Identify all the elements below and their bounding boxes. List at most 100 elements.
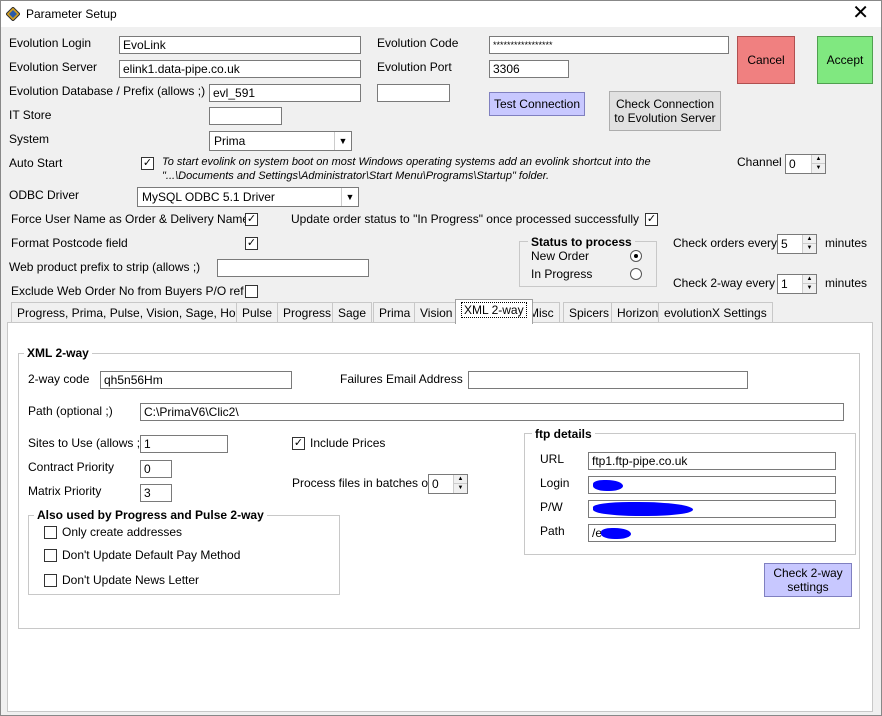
- system-select[interactable]: Prima ▼: [209, 131, 352, 151]
- contract-priority-input[interactable]: 0: [140, 460, 172, 478]
- tab-label: Sage: [338, 306, 367, 320]
- exclude-web-order-checkbox[interactable]: [245, 285, 258, 298]
- update-status-label: Update order status to "In Progress" onc…: [291, 212, 640, 226]
- tab-evolutionx-settings[interactable]: evolutionX Settings: [658, 302, 773, 323]
- minutes-label: minutes: [825, 276, 868, 290]
- spinner-arrows[interactable]: ▲ ▼: [811, 155, 825, 173]
- web-prefix-label: Web product prefix to strip (allows ;): [9, 260, 201, 274]
- force-user-checkbox[interactable]: ✓: [245, 213, 258, 226]
- format-postcode-checkbox[interactable]: ✓: [245, 237, 258, 250]
- chevron-up-icon[interactable]: ▲: [812, 155, 825, 164]
- tab-label: Progress: [283, 306, 332, 320]
- in-progress-label: In Progress: [531, 267, 593, 281]
- tab-label: evolutionX Settings: [664, 306, 767, 320]
- spinner-arrows[interactable]: ▲ ▼: [802, 275, 816, 293]
- evolution-login-input[interactable]: EvoLink: [119, 36, 361, 54]
- matrix-priority-input[interactable]: 3: [140, 484, 172, 502]
- format-postcode-label: Format Postcode field: [11, 236, 128, 250]
- tab-prima[interactable]: Prima: [373, 302, 417, 323]
- spinner-arrows[interactable]: ▲ ▼: [802, 235, 816, 253]
- sites-input[interactable]: 1: [140, 435, 228, 453]
- no-newsletter-label: Don't Update News Letter: [62, 573, 200, 587]
- in-progress-radio[interactable]: [630, 268, 642, 280]
- tab-progress-prima-pulse[interactable]: Progress, Prima, Pulse, Vision, Sage, Ho…: [11, 302, 268, 323]
- redaction-mark: [593, 480, 623, 491]
- tab-label: Pulse: [242, 306, 273, 320]
- it-store-input[interactable]: [209, 107, 282, 125]
- odbc-driver-value: MySQL ODBC 5.1 Driver: [142, 190, 275, 204]
- tab-sage[interactable]: Sage: [332, 302, 373, 323]
- auto-start-checkbox[interactable]: ✓: [141, 157, 154, 170]
- ftp-password-label: P/W: [540, 500, 563, 514]
- redaction-mark: [601, 528, 631, 539]
- check-2way-spinner[interactable]: 1 ▲ ▼: [777, 274, 817, 294]
- update-status-checkbox[interactable]: ✓: [645, 213, 658, 226]
- evolution-server-input[interactable]: elink1.data-pipe.co.uk: [119, 60, 361, 78]
- system-select-value: Prima: [214, 134, 246, 148]
- only-addresses-label: Only create addresses: [62, 525, 183, 539]
- odbc-driver-label: ODBC Driver: [9, 188, 80, 202]
- path-input[interactable]: C:\PrimaV6\Clic2\: [140, 403, 844, 421]
- web-prefix-input[interactable]: [217, 259, 369, 277]
- tab-vision[interactable]: Vision: [414, 302, 459, 323]
- auto-start-info: To start evolink on system boot on most …: [162, 156, 651, 182]
- chevron-up-icon[interactable]: ▲: [803, 235, 816, 244]
- check-2way-settings-button[interactable]: Check 2-way settings: [764, 563, 852, 597]
- ftp-url-label: URL: [540, 452, 565, 466]
- app-icon: [6, 7, 20, 21]
- chevron-down-icon[interactable]: ▼: [454, 484, 467, 493]
- evolution-database-label: Evolution Database / Prefix (allows ;): [9, 84, 206, 98]
- it-store-label: IT Store: [9, 108, 52, 122]
- tab-xml-2way[interactable]: XML 2-way: [455, 299, 533, 324]
- status-to-process-title: Status to process: [528, 235, 635, 249]
- chevron-down-icon[interactable]: ▼: [803, 284, 816, 293]
- test-connection-button[interactable]: Test Connection: [489, 92, 585, 116]
- check-connection-button[interactable]: Check Connection to Evolution Server: [609, 91, 721, 131]
- check-2way-label: Check 2-way every: [673, 276, 776, 290]
- chevron-down-icon[interactable]: ▼: [812, 164, 825, 173]
- tab-horizon[interactable]: Horizon: [611, 302, 665, 323]
- check-2way-value: 1: [781, 277, 788, 291]
- close-icon[interactable]: ✕: [852, 3, 869, 23]
- two-way-code-label: 2-way code: [28, 372, 90, 386]
- include-prices-checkbox[interactable]: ✓: [292, 437, 305, 450]
- chevron-down-icon[interactable]: ▼: [803, 244, 816, 253]
- chevron-down-icon: ▼: [334, 132, 351, 150]
- tab-pulse[interactable]: Pulse: [236, 302, 279, 323]
- only-addresses-checkbox[interactable]: [44, 526, 57, 539]
- no-pay-method-checkbox[interactable]: [44, 549, 57, 562]
- failures-email-input[interactable]: [468, 371, 748, 389]
- failures-email-label: Failures Email Address: [340, 372, 463, 386]
- system-label: System: [9, 132, 50, 146]
- contract-priority-label: Contract Priority: [28, 460, 115, 474]
- evolution-database-input[interactable]: evl_591: [209, 84, 361, 102]
- evolution-prefix-input[interactable]: [377, 84, 450, 102]
- new-order-radio[interactable]: [630, 250, 642, 262]
- tab-label: Spicers: [569, 306, 610, 320]
- two-way-code-input[interactable]: qh5n56Hm: [100, 371, 292, 389]
- accept-button[interactable]: Accept: [817, 36, 873, 84]
- tab-label: Prima: [379, 306, 411, 320]
- ftp-url-input[interactable]: ftp1.ftp-pipe.co.uk: [588, 452, 836, 470]
- check-orders-value: 5: [781, 237, 788, 251]
- cancel-button[interactable]: Cancel: [737, 36, 795, 84]
- evolution-port-input[interactable]: 3306: [489, 60, 569, 78]
- chevron-up-icon[interactable]: ▲: [454, 475, 467, 484]
- ftp-path-input[interactable]: /e: [588, 524, 836, 542]
- ftp-login-input[interactable]: [588, 476, 836, 494]
- channel-spinner[interactable]: 0 ▲ ▼: [785, 154, 826, 174]
- tab-label: XML 2-way: [461, 302, 527, 318]
- spinner-arrows[interactable]: ▲ ▼: [453, 475, 467, 493]
- evolution-login-label: Evolution Login: [9, 36, 92, 50]
- no-newsletter-checkbox[interactable]: [44, 574, 57, 587]
- tab-progress[interactable]: Progress: [277, 302, 338, 323]
- odbc-driver-select[interactable]: MySQL ODBC 5.1 Driver ▼: [137, 187, 359, 207]
- check-orders-spinner[interactable]: 5 ▲ ▼: [777, 234, 817, 254]
- tab-label: Progress, Prima, Pulse, Vision, Sage, Ho…: [17, 306, 262, 320]
- batches-spinner[interactable]: 0 ▲ ▼: [428, 474, 468, 494]
- tab-spicers[interactable]: Spicers: [563, 302, 616, 323]
- evolution-code-input[interactable]: *****************: [489, 36, 729, 54]
- ftp-password-input[interactable]: [588, 500, 836, 518]
- chevron-up-icon[interactable]: ▲: [803, 275, 816, 284]
- force-user-label: Force User Name as Order & Delivery Name: [11, 212, 250, 226]
